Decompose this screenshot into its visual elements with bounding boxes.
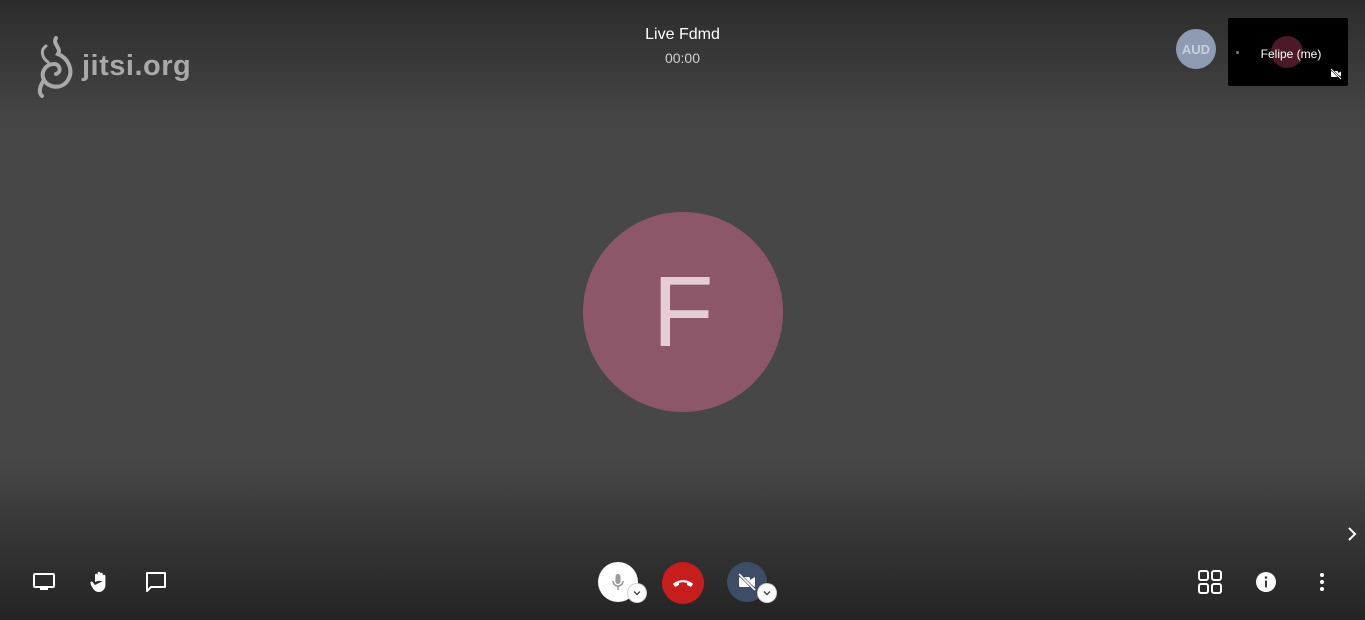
chevron-down-icon xyxy=(763,591,771,596)
tile-view-icon xyxy=(1198,570,1222,594)
audio-participant-avatar[interactable]: AUD xyxy=(1176,29,1216,69)
camera-off-icon xyxy=(737,572,757,592)
raise-hand-icon xyxy=(90,571,106,592)
conference-timer: 00:00 xyxy=(664,50,701,66)
chat-icon xyxy=(146,572,166,592)
tile-view-button[interactable] xyxy=(1190,562,1230,602)
filmstrip-toggle-chevron-icon[interactable] xyxy=(1344,525,1360,543)
chevron-down-icon xyxy=(633,591,641,596)
conference-subject: Live Fdmd 00:00 xyxy=(0,26,1365,66)
raise-hand-button[interactable] xyxy=(80,562,120,602)
info-icon xyxy=(1256,572,1276,592)
video-settings-chevron[interactable] xyxy=(758,584,776,602)
avatar-initial: F xyxy=(652,256,714,368)
more-options-button[interactable] xyxy=(1302,562,1342,602)
info-button[interactable] xyxy=(1246,562,1286,602)
share-screen-button[interactable] xyxy=(24,562,64,602)
hangup-icon xyxy=(673,580,693,587)
more-options-icon xyxy=(1320,573,1324,591)
chat-button[interactable] xyxy=(136,562,176,602)
desktop-share-icon xyxy=(33,573,55,590)
audio-settings-chevron[interactable] xyxy=(628,584,646,602)
conference-title: Live Fdmd xyxy=(645,26,720,43)
microphone-icon xyxy=(612,574,624,590)
local-video-tile[interactable]: Felipe (me) xyxy=(1228,18,1348,86)
dominant-speaker-avatar: F xyxy=(583,212,783,412)
hangup-button[interactable] xyxy=(662,562,704,604)
local-participant-name: Felipe (me) xyxy=(1260,47,1322,61)
video-muted-icon xyxy=(1330,68,1342,80)
